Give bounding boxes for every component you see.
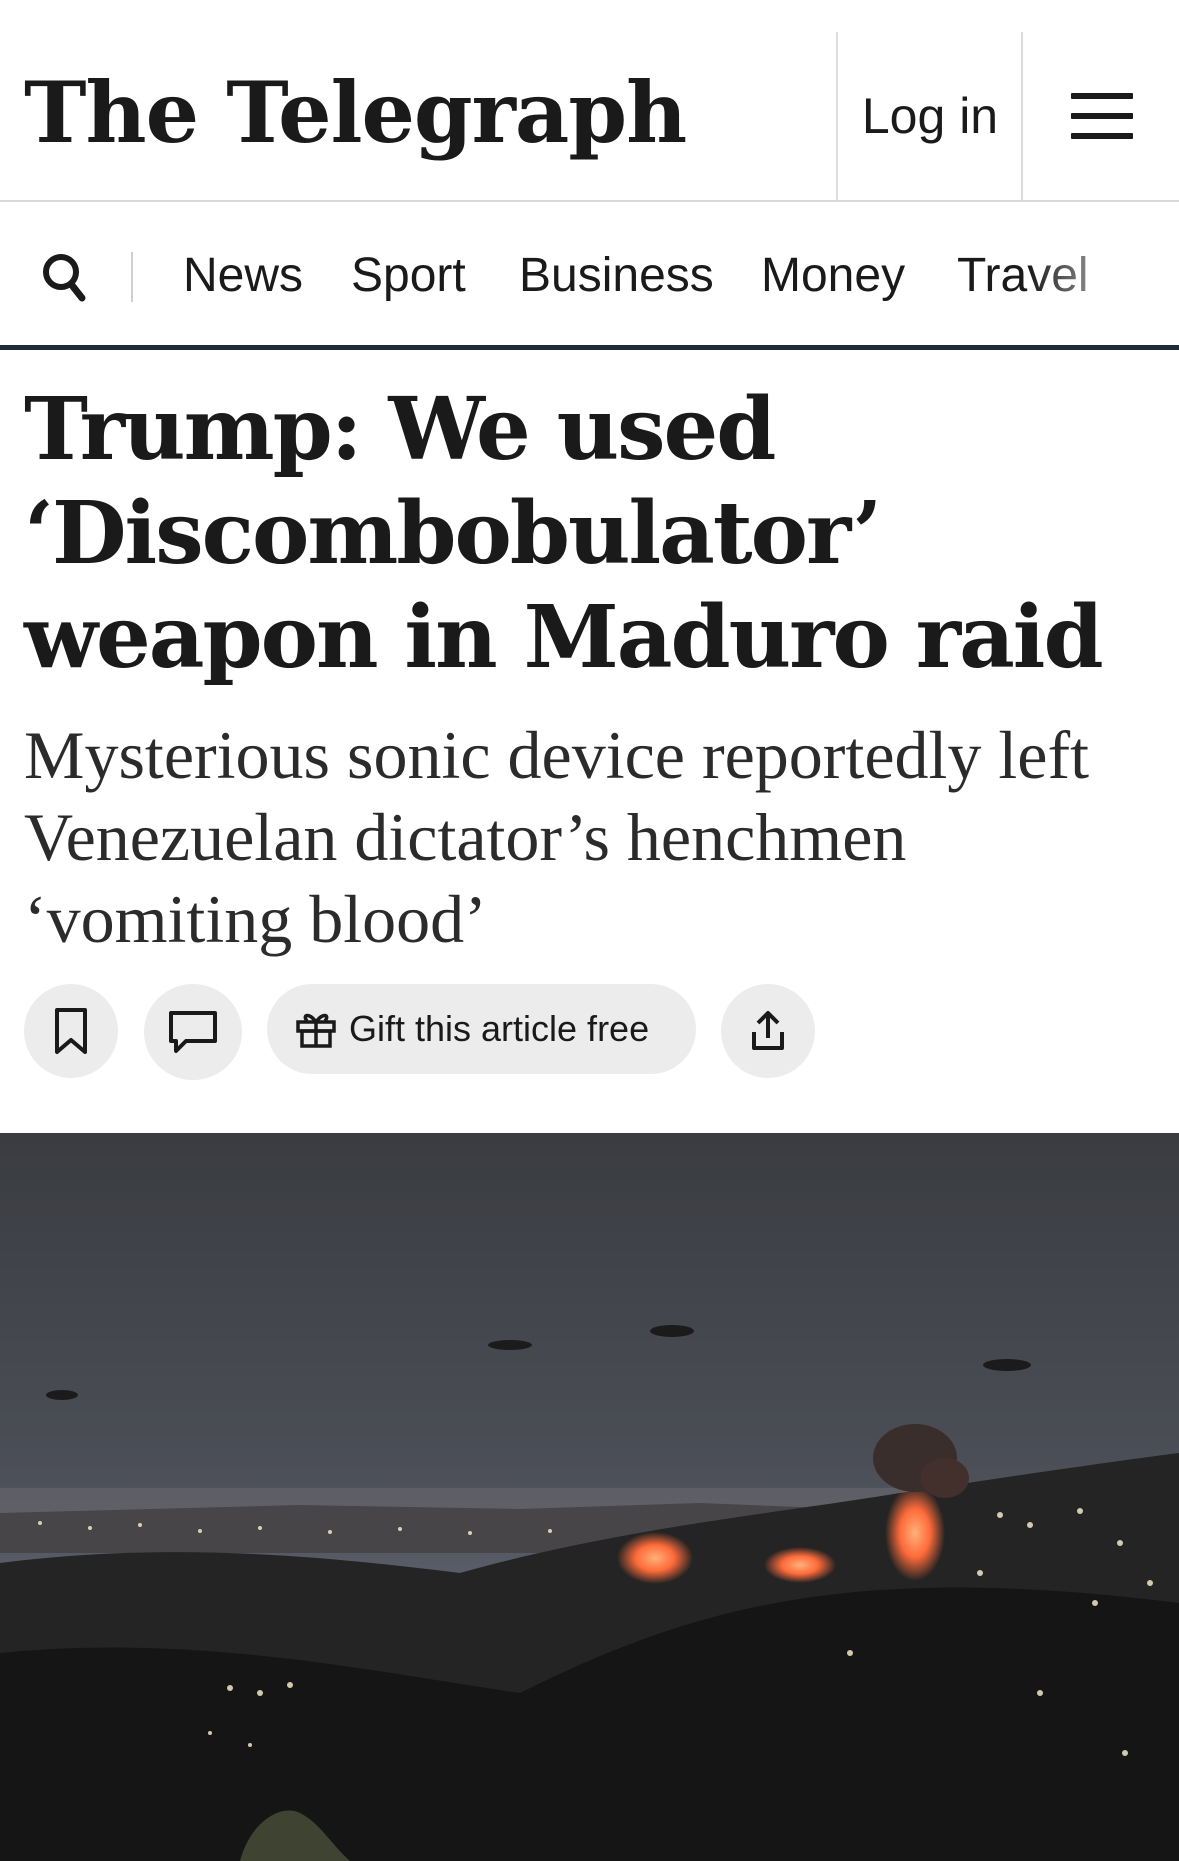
telegraph-logo[interactable]: The Telegraph: [24, 58, 687, 168]
menu-button[interactable]: [1024, 32, 1179, 200]
article-headline: Trump: We used ‘Discombobulator’ weapon …: [24, 379, 1104, 688]
login-button[interactable]: Log in: [838, 32, 1022, 200]
header-divider: [1021, 32, 1023, 200]
search-button[interactable]: [38, 248, 94, 308]
nav-item-news[interactable]: News: [183, 244, 303, 308]
nav-item-business[interactable]: Business: [519, 244, 714, 308]
nav-scroll-fade: [1029, 204, 1179, 345]
share-icon: [752, 1011, 784, 1050]
gift-article-button[interactable]: Gift this article free: [267, 984, 696, 1074]
comments-button[interactable]: [144, 984, 242, 1080]
comment-icon: [169, 1011, 217, 1053]
gift-icon: [296, 1013, 336, 1048]
bookmark-button[interactable]: [24, 984, 118, 1078]
hamburger-menu-icon: [1070, 93, 1133, 139]
section-nav: News Sport Business Money Travel: [0, 204, 1179, 350]
masthead: The Telegraph Log in: [0, 0, 1179, 202]
nav-item-sport[interactable]: Sport: [351, 244, 466, 308]
nav-separator: [131, 252, 133, 302]
share-button[interactable]: [721, 984, 815, 1078]
article-standfirst: Mysterious sonic device reportedly left …: [24, 717, 1090, 957]
bookmark-icon: [55, 1008, 87, 1054]
nav-item-money[interactable]: Money: [761, 244, 905, 308]
gift-article-label: Gift this article free: [349, 1008, 650, 1049]
hero-image: [0, 1133, 1179, 1861]
search-icon: [43, 254, 86, 302]
